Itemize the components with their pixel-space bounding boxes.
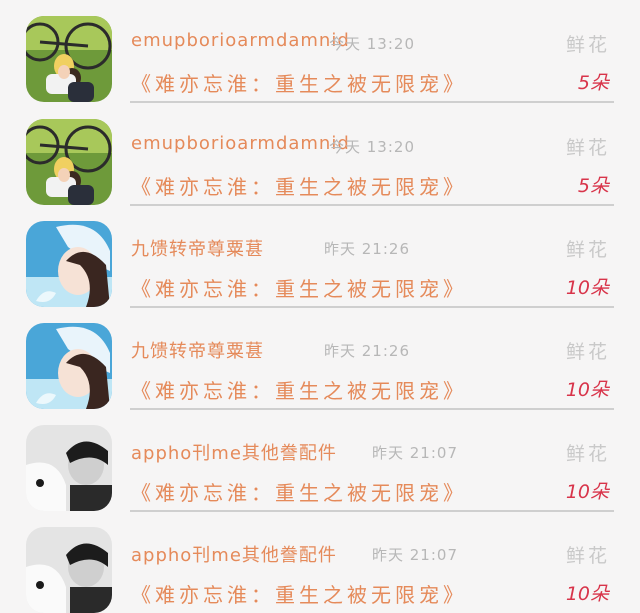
send-time: 昨天 21:07 [372,546,458,564]
couple-bicycle-photo [26,16,112,102]
send-time: 今天 13:20 [329,138,415,156]
avatar[interactable] [26,16,112,102]
book-title[interactable]: 《难亦忘淮：重生之被无限宠》 [131,477,467,506]
sender-name[interactable]: emupborioarmdamnid [131,133,350,154]
gift-type-label: 鲜花 [565,239,610,261]
avatar[interactable] [26,119,112,205]
bw-man-pillow-photo [26,425,112,511]
list-item[interactable]: 九馈转帝尊粟葚 昨天 21:26 鲜花 《难亦忘淮：重生之被无限宠》 10朵 [0,307,640,410]
sender-name[interactable]: emupborioarmdamnid [131,30,350,51]
avatar[interactable] [26,527,112,613]
sender-name[interactable]: appho刊me其他誊配件 [131,439,337,465]
sender-name[interactable]: 九馈转帝尊粟葚 [131,235,264,261]
gift-record-list: emupborioarmdamnid 今天 13:20 鲜花 《难亦忘淮：重生之… [0,0,640,613]
send-time: 今天 13:20 [329,35,415,53]
send-time: 昨天 21:26 [324,240,410,258]
gift-count: 5朵 [577,175,609,197]
gift-type-label: 鲜花 [565,341,610,363]
gift-type-label: 鲜花 [565,34,610,56]
avatar[interactable] [26,221,112,307]
gift-count: 10朵 [565,277,609,299]
list-item[interactable]: emupborioarmdamnid 今天 13:20 鲜花 《难亦忘淮：重生之… [0,103,640,206]
sender-name[interactable]: 九馈转帝尊粟葚 [131,337,264,363]
book-title[interactable]: 《难亦忘淮：重生之被无限宠》 [131,579,467,608]
book-title[interactable]: 《难亦忘淮：重生之被无限宠》 [131,171,467,200]
bw-man-pillow-photo [26,527,112,613]
list-item[interactable]: 九馈转帝尊粟葚 昨天 21:26 鲜花 《难亦忘淮：重生之被无限宠》 10朵 [0,205,640,308]
book-title[interactable]: 《难亦忘淮：重生之被无限宠》 [131,68,467,97]
gift-type-label: 鲜花 [565,443,610,465]
anime-girl-sky-photo [26,323,112,409]
book-title[interactable]: 《难亦忘淮：重生之被无限宠》 [131,273,467,302]
gift-count: 10朵 [565,583,609,605]
gift-count: 10朵 [565,379,609,401]
send-time: 昨天 21:07 [372,444,458,462]
avatar[interactable] [26,425,112,511]
book-title[interactable]: 《难亦忘淮：重生之被无限宠》 [131,375,467,404]
anime-girl-sky-photo [26,221,112,307]
list-item[interactable]: appho刊me其他誊配件 昨天 21:07 鲜花 《难亦忘淮：重生之被无限宠》… [0,409,640,512]
avatar[interactable] [26,323,112,409]
gift-count: 10朵 [565,481,609,503]
gift-type-label: 鲜花 [565,137,610,159]
gift-count: 5朵 [577,72,609,94]
sender-name[interactable]: appho刊me其他誊配件 [131,541,337,567]
send-time: 昨天 21:26 [324,342,410,360]
list-item[interactable]: appho刊me其他誊配件 昨天 21:07 鲜花 《难亦忘淮：重生之被无限宠》… [0,511,640,613]
list-item[interactable]: emupborioarmdamnid 今天 13:20 鲜花 《难亦忘淮：重生之… [0,0,640,103]
couple-bicycle-photo [26,119,112,205]
gift-type-label: 鲜花 [565,545,610,567]
